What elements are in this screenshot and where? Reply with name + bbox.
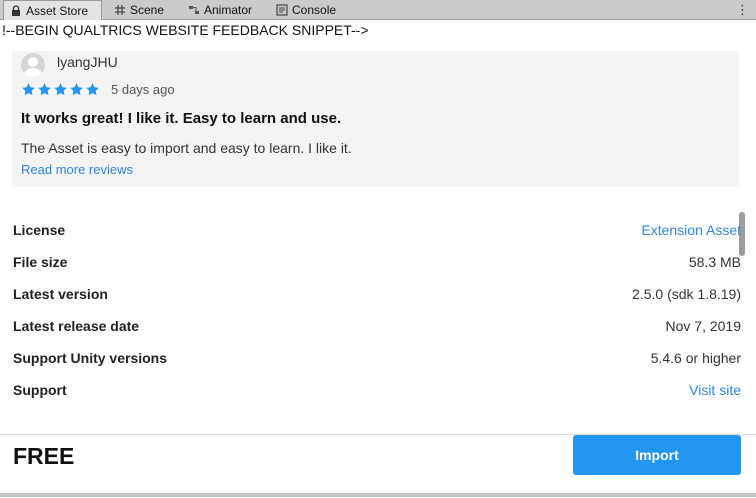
import-button[interactable]: Import <box>573 435 741 475</box>
detail-label: License <box>13 222 66 238</box>
visit-site-link[interactable]: Visit site <box>689 382 741 398</box>
price-label: FREE <box>13 443 75 469</box>
review-card: lyangJHU 5 days ago It works great! I li… <box>12 51 739 187</box>
tab-animator[interactable]: Animator <box>182 0 258 19</box>
animator-icon <box>188 4 200 16</box>
avatar <box>21 53 45 77</box>
detail-row-latest-version: Latest version 2.5.0 (sdk 1.8.19) <box>13 286 741 318</box>
editor-tab-bar: Asset Store Scene Animator Console ⋮ <box>0 0 756 20</box>
tab-label: Scene <box>130 2 165 17</box>
detail-value: 5.4.6 or higher <box>650 350 741 366</box>
snippet-text: !--BEGIN QUALTRICS WEBSITE FEEDBACK SNIP… <box>2 22 369 38</box>
star-icon <box>22 83 35 96</box>
detail-label: File size <box>13 254 68 270</box>
window-bottom-edge <box>0 493 756 497</box>
review-title: It works great! I like it. Easy to learn… <box>21 110 342 127</box>
asset-details: License Extension Asset File size 58.3 M… <box>13 222 741 414</box>
detail-label: Latest release date <box>13 318 140 334</box>
star-icon <box>86 83 99 96</box>
detail-row-unity-versions: Support Unity versions 5.4.6 or higher <box>13 350 741 382</box>
read-more-reviews-link[interactable]: Read more reviews <box>21 162 133 177</box>
tab-label: Asset Store <box>26 3 89 18</box>
purchase-footer: FREE Import <box>0 434 756 498</box>
license-link[interactable]: Extension Asset <box>641 222 741 238</box>
star-icon <box>38 83 51 96</box>
tab-scene[interactable]: Scene <box>108 0 170 19</box>
detail-label: Latest version <box>13 286 108 302</box>
star-rating <box>21 82 100 97</box>
detail-label: Support <box>13 382 67 398</box>
tab-asset-store[interactable]: Asset Store <box>3 0 102 20</box>
detail-value: Nov 7, 2019 <box>665 318 742 334</box>
detail-row-license: License Extension Asset <box>13 222 741 254</box>
detail-row-file-size: File size 58.3 MB <box>13 254 741 286</box>
detail-label: Support Unity versions <box>13 350 168 366</box>
detail-value: 58.3 MB <box>688 254 741 270</box>
tab-console[interactable]: Console <box>270 0 342 19</box>
tab-label: Console <box>292 2 337 17</box>
detail-row-release-date: Latest release date Nov 7, 2019 <box>13 318 741 350</box>
detail-row-support: Support Visit site <box>13 382 741 414</box>
detail-value: 2.5.0 (sdk 1.8.19) <box>632 286 741 302</box>
review-username: lyangJHU <box>57 54 118 70</box>
console-icon <box>276 3 288 16</box>
more-options-icon[interactable]: ⋮ <box>736 0 749 19</box>
review-date: 5 days ago <box>111 82 175 97</box>
tab-label: Animator <box>204 2 253 17</box>
review-body: The Asset is easy to import and easy to … <box>21 140 352 156</box>
grid-icon <box>114 4 126 16</box>
star-icon <box>70 83 83 96</box>
star-icon <box>54 83 67 96</box>
lock-icon <box>10 4 22 17</box>
